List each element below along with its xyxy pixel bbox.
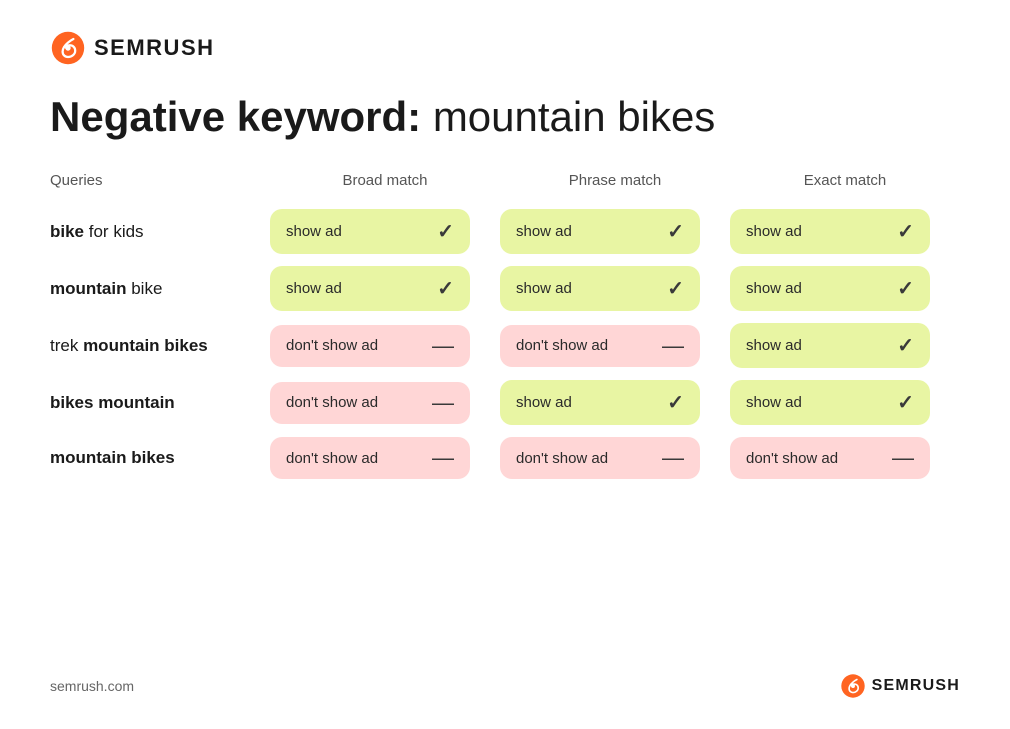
badge-exact: don't show ad — <box>730 437 930 479</box>
table-row: mountain bike show ad ✓ show ad ✓ show ad ✓ <box>50 260 960 317</box>
dash-icon: — <box>432 447 454 469</box>
check-icon: ✓ <box>437 276 454 301</box>
dash-icon: — <box>432 392 454 414</box>
badge-label: don't show ad <box>516 450 608 467</box>
badge-label: show ad <box>516 394 572 411</box>
check-icon: ✓ <box>667 219 684 244</box>
dash-icon: — <box>432 335 454 357</box>
badge-broad: don't show ad — <box>270 437 470 479</box>
badge-cell-exact: show ad ✓ <box>730 374 960 431</box>
table-row: bike for kids show ad ✓ show ad ✓ show ad ✓ <box>50 203 960 260</box>
check-icon: ✓ <box>667 276 684 301</box>
badge-exact: show ad ✓ <box>730 323 930 368</box>
header: SEMRUSH <box>50 30 960 66</box>
logo: SEMRUSH <box>50 30 215 66</box>
main-table-wrapper: Queries Broad match Phrase match Exact m… <box>50 172 960 655</box>
badge-label: don't show ad <box>746 450 838 467</box>
badge-exact: show ad ✓ <box>730 380 930 425</box>
badge-cell-exact: show ad ✓ <box>730 203 960 260</box>
page-title: Negative keyword: mountain bikes <box>50 94 960 140</box>
keyword-table: Queries Broad match Phrase match Exact m… <box>50 172 960 485</box>
badge-phrase: don't show ad — <box>500 325 700 367</box>
logo-text: SEMRUSH <box>94 35 215 61</box>
badge-cell-exact: show ad ✓ <box>730 317 960 374</box>
badge-cell-exact: show ad ✓ <box>730 260 960 317</box>
badge-phrase: don't show ad — <box>500 437 700 479</box>
check-icon: ✓ <box>897 219 914 244</box>
footer-logo: SEMRUSH <box>840 673 960 699</box>
badge-label: don't show ad <box>286 450 378 467</box>
badge-phrase: show ad ✓ <box>500 380 700 425</box>
badge-cell-broad: don't show ad — <box>270 374 500 431</box>
check-icon: ✓ <box>437 219 454 244</box>
footer-semrush-icon <box>840 673 866 699</box>
check-icon: ✓ <box>897 390 914 415</box>
badge-phrase: show ad ✓ <box>500 209 700 254</box>
dash-icon: — <box>662 447 684 469</box>
page: SEMRUSH Negative keyword: mountain bikes… <box>0 0 1010 729</box>
badge-label: show ad <box>746 280 802 297</box>
query-cell: trek mountain bikes <box>50 317 270 374</box>
check-icon: ✓ <box>667 390 684 415</box>
badge-label: show ad <box>516 280 572 297</box>
footer-url: semrush.com <box>50 678 134 694</box>
query-cell: mountain bikes <box>50 431 270 485</box>
badge-label: show ad <box>746 337 802 354</box>
badge-broad: show ad ✓ <box>270 266 470 311</box>
dash-icon: — <box>892 447 914 469</box>
table-row: bikes mountaindon't show ad—show ad✓show… <box>50 374 960 431</box>
query-cell: bikes mountain <box>50 374 270 431</box>
badge-cell-phrase: show ad ✓ <box>500 203 730 260</box>
badge-cell-phrase: show ad ✓ <box>500 260 730 317</box>
table-row: trek mountain bikesdon't show ad—don't s… <box>50 317 960 374</box>
badge-cell-exact: don't show ad — <box>730 431 960 485</box>
col-header-phrase: Phrase match <box>500 172 730 203</box>
footer: semrush.com SEMRUSH <box>50 673 960 699</box>
badge-phrase: show ad ✓ <box>500 266 700 311</box>
semrush-logo-icon <box>50 30 86 66</box>
check-icon: ✓ <box>897 276 914 301</box>
badge-broad: don't show ad — <box>270 382 470 424</box>
table-row: mountain bikesdon't show ad—don't show a… <box>50 431 960 485</box>
check-icon: ✓ <box>897 333 914 358</box>
badge-label: show ad <box>746 394 802 411</box>
badge-label: show ad <box>516 223 572 240</box>
badge-label: don't show ad <box>286 394 378 411</box>
badge-cell-phrase: don't show ad — <box>500 317 730 374</box>
badge-label: don't show ad <box>286 337 378 354</box>
dash-icon: — <box>662 335 684 357</box>
footer-logo-text: SEMRUSH <box>872 677 960 695</box>
badge-exact: show ad ✓ <box>730 209 930 254</box>
badge-cell-broad: don't show ad — <box>270 317 500 374</box>
badge-cell-broad: show ad ✓ <box>270 260 500 317</box>
badge-label: don't show ad <box>516 337 608 354</box>
badge-cell-broad: show ad ✓ <box>270 203 500 260</box>
query-cell: mountain bike <box>50 260 270 317</box>
badge-cell-phrase: show ad ✓ <box>500 374 730 431</box>
badge-cell-broad: don't show ad — <box>270 431 500 485</box>
badge-broad: don't show ad — <box>270 325 470 367</box>
badge-label: show ad <box>286 223 342 240</box>
col-header-queries: Queries <box>50 172 270 203</box>
badge-broad: show ad ✓ <box>270 209 470 254</box>
badge-exact: show ad ✓ <box>730 266 930 311</box>
badge-label: show ad <box>286 280 342 297</box>
badge-cell-phrase: don't show ad — <box>500 431 730 485</box>
col-header-exact: Exact match <box>730 172 960 203</box>
col-header-broad: Broad match <box>270 172 500 203</box>
badge-label: show ad <box>746 223 802 240</box>
query-cell: bike for kids <box>50 203 270 260</box>
